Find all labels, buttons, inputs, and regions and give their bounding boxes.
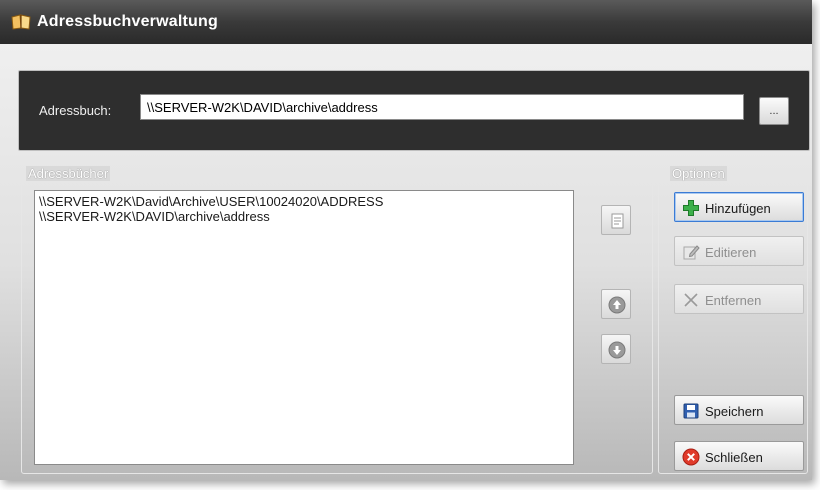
title-bar: Adressbuchverwaltung [0, 0, 812, 44]
add-button[interactable]: Hinzufügen [674, 192, 804, 222]
move-down-button[interactable] [601, 334, 631, 364]
address-books-group-label: Adressbücher [26, 166, 111, 181]
edit-button-label: Editieren [705, 245, 757, 260]
remove-button[interactable]: Entfernen [674, 284, 804, 314]
list-item[interactable]: \\SERVER-W2K\DAVID\archive\address [39, 209, 569, 224]
arrow-down-icon [608, 341, 626, 359]
address-book-path-input[interactable] [140, 94, 744, 120]
properties-icon [611, 213, 624, 229]
move-up-button[interactable] [601, 289, 631, 319]
window-title: Adressbuchverwaltung [37, 13, 218, 30]
close-button[interactable]: Schließen [674, 441, 804, 471]
floppy-disk-icon [683, 403, 699, 419]
save-button-label: Speichern [705, 404, 764, 419]
address-book-list[interactable]: \\SERVER-W2K\David\Archive\USER\10024020… [34, 190, 574, 465]
options-group-label: Optionen [670, 166, 727, 181]
add-button-label: Hinzufügen [705, 201, 771, 216]
browse-button[interactable]: ... [759, 97, 789, 125]
address-book-label: Adressbuch: [39, 103, 112, 118]
plus-icon [683, 200, 699, 216]
properties-button[interactable] [601, 205, 631, 235]
list-item[interactable]: \\SERVER-W2K\David\Archive\USER\10024020… [39, 194, 569, 209]
edit-button[interactable]: Editieren [674, 236, 804, 266]
remove-button-label: Entfernen [705, 293, 762, 308]
address-book-path-panel: Adressbuch: ... [18, 70, 810, 151]
close-button-label: Schließen [705, 450, 763, 465]
x-icon [684, 293, 698, 307]
arrow-up-icon [608, 296, 626, 314]
pencil-icon [683, 245, 700, 260]
close-icon [682, 448, 700, 466]
address-book-window: Adressbuchverwaltung Adressbuch: ... Adr… [0, 0, 812, 480]
save-button[interactable]: Speichern [674, 395, 804, 425]
address-book-icon [11, 14, 31, 30]
